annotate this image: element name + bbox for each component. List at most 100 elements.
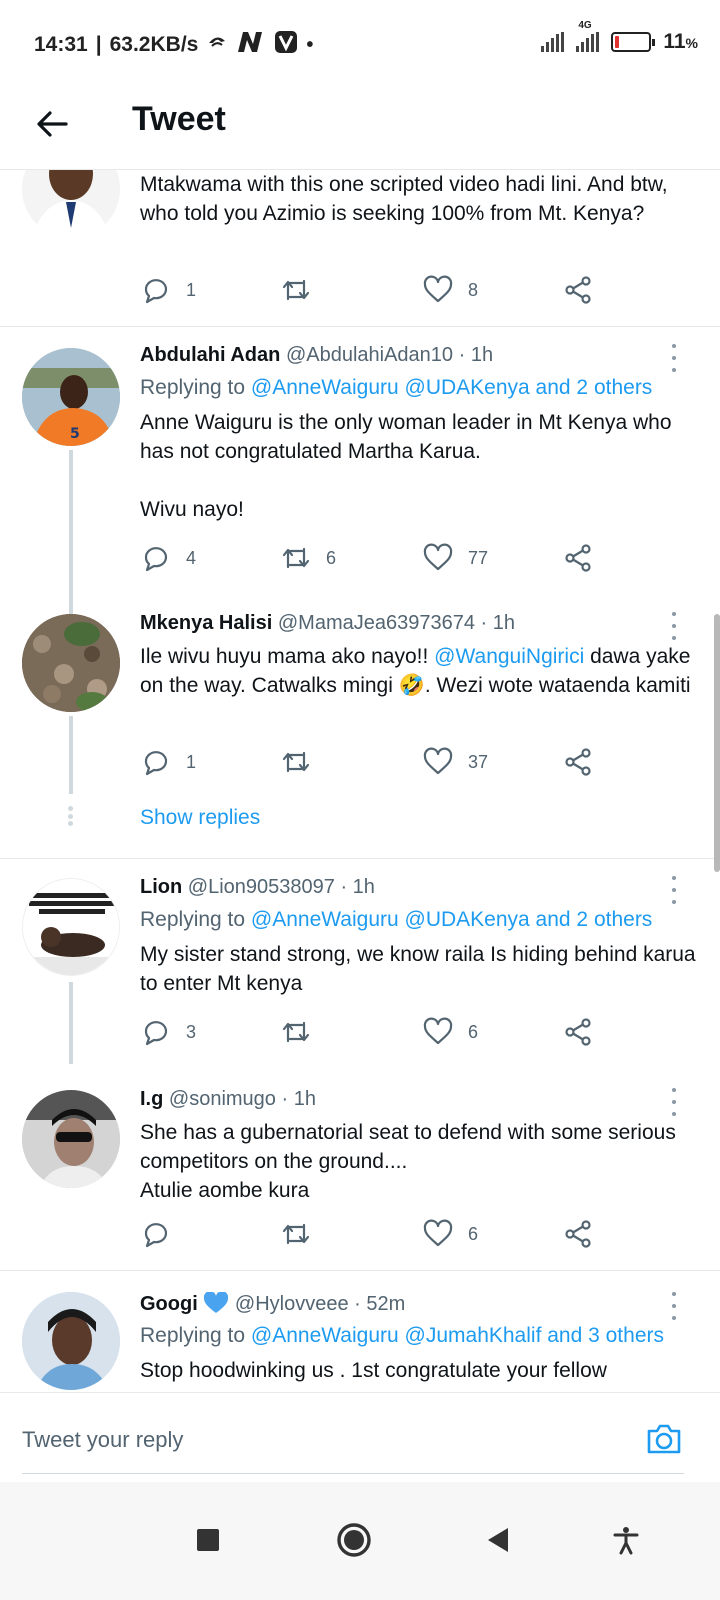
author-name[interactable]: Mkenya Halisi bbox=[140, 612, 272, 634]
tweet-time: · 1h bbox=[340, 876, 375, 898]
like-button[interactable]: 6 bbox=[422, 1012, 478, 1052]
more-options-button[interactable] bbox=[664, 1088, 684, 1116]
reply-icon bbox=[144, 279, 168, 304]
signal-4g-icon: 4G bbox=[576, 20, 600, 52]
more-options-button[interactable] bbox=[664, 344, 684, 372]
notification-app-icon bbox=[206, 31, 228, 59]
share-button[interactable] bbox=[562, 1012, 594, 1052]
thread-line bbox=[69, 982, 73, 1064]
more-options-button[interactable] bbox=[664, 612, 684, 640]
back-nav-button[interactable] bbox=[478, 1520, 518, 1560]
author-name[interactable]: Abdulahi Adan bbox=[140, 344, 280, 366]
battery-percent: 11% bbox=[663, 30, 698, 53]
tweet-header: Abdulahi Adan @AbdulahiAdan10 · 1h bbox=[140, 344, 493, 367]
retweet-button[interactable] bbox=[280, 270, 326, 310]
retweet-button[interactable] bbox=[280, 1214, 326, 1254]
more-options-button[interactable] bbox=[664, 1292, 684, 1320]
tweet-feed[interactable]: Mtakwama with this one scripted video ha… bbox=[0, 170, 720, 1420]
avatar[interactable] bbox=[22, 1090, 120, 1188]
tweet-header: Googi @Hylovveee · 52m bbox=[140, 1291, 405, 1316]
retweet-button[interactable] bbox=[280, 1012, 326, 1052]
more-options-button[interactable] bbox=[664, 876, 684, 904]
recents-button[interactable] bbox=[188, 1520, 228, 1560]
author-name[interactable]: Googi bbox=[140, 1293, 198, 1315]
share-button[interactable] bbox=[562, 1214, 594, 1254]
share-button[interactable] bbox=[562, 270, 594, 310]
reply-button[interactable]: 1 bbox=[140, 742, 196, 782]
replying-to: Replying to @AnneWaiguru @UDAKenya and 2… bbox=[140, 908, 652, 932]
reply-button[interactable]: 3 bbox=[140, 1012, 196, 1052]
avatar[interactable]: 5 bbox=[22, 348, 120, 446]
system-nav-bar bbox=[0, 1482, 720, 1600]
camera-button[interactable] bbox=[644, 1419, 684, 1459]
circle-icon bbox=[337, 1523, 371, 1557]
status-bar: 14:31 | 63.2KB/s • 4G 11% bbox=[0, 0, 720, 86]
avatar[interactable] bbox=[22, 1292, 120, 1390]
tweet-item[interactable]: I.g @sonimugo · 1h She has a gubernatori… bbox=[0, 1064, 720, 1270]
tweet-actions: 1 8 bbox=[140, 270, 620, 310]
home-button[interactable] bbox=[334, 1520, 374, 1560]
author-handle[interactable]: @AbdulahiAdan10 bbox=[286, 344, 453, 366]
reply-icon bbox=[144, 547, 168, 572]
show-replies-link[interactable]: Show replies bbox=[140, 806, 260, 830]
like-button[interactable]: 8 bbox=[422, 270, 478, 310]
scrollbar[interactable] bbox=[714, 614, 720, 872]
tweet-text: Anne Waiguru is the only woman leader in… bbox=[140, 411, 672, 521]
retweet-button[interactable]: 6 bbox=[280, 538, 336, 578]
share-button[interactable] bbox=[562, 742, 594, 782]
reply-button[interactable]: 1 bbox=[140, 270, 196, 310]
share-button[interactable] bbox=[562, 538, 594, 578]
dot-icon: • bbox=[306, 33, 314, 56]
tweet-item[interactable]: Lion @Lion90538097 · 1h Replying to @Ann… bbox=[0, 858, 720, 1064]
clock: 14:31 bbox=[34, 33, 88, 56]
retweet-icon bbox=[282, 547, 310, 569]
back-button[interactable] bbox=[30, 102, 74, 146]
author-name[interactable]: I.g bbox=[140, 1088, 163, 1110]
tweet-text: Mtakwama with this one scripted video ha… bbox=[140, 173, 668, 225]
like-button[interactable]: 77 bbox=[422, 538, 488, 578]
retweet-icon bbox=[282, 751, 310, 773]
replying-to: Replying to @AnneWaiguru @UDAKenya and 2… bbox=[140, 376, 652, 400]
network-speed: 63.2KB/s bbox=[109, 33, 199, 56]
tweet-header: Lion @Lion90538097 · 1h bbox=[140, 876, 375, 899]
avatar[interactable] bbox=[22, 170, 120, 238]
reply-icon bbox=[144, 1223, 168, 1248]
like-count: 77 bbox=[468, 547, 489, 568]
reply-count: 3 bbox=[186, 1021, 197, 1042]
battery-fill bbox=[615, 36, 620, 48]
reply-button[interactable]: 4 bbox=[140, 538, 196, 578]
tweet-header: Mkenya Halisi @MamaJea63973674 · 1h bbox=[140, 612, 515, 635]
tweet-header: I.g @sonimugo · 1h bbox=[140, 1088, 316, 1111]
reply-underline bbox=[22, 1473, 684, 1474]
tweet-item[interactable]: Mkenya Halisi @MamaJea63973674 · 1h Ile … bbox=[0, 596, 720, 858]
status-left: 14:31 | 63.2KB/s • bbox=[34, 30, 313, 60]
reply-input[interactable]: Tweet your reply bbox=[22, 1427, 183, 1453]
replying-to-mentions[interactable]: @AnneWaiguru @UDAKenya and 2 others bbox=[251, 376, 652, 399]
replying-to-mentions[interactable]: @AnneWaiguru @UDAKenya and 2 others bbox=[251, 908, 652, 931]
triangle-back-icon bbox=[488, 1528, 508, 1552]
author-name[interactable]: Lion bbox=[140, 876, 182, 898]
reply-button[interactable] bbox=[140, 1214, 186, 1254]
replying-to-mentions[interactable]: @AnneWaiguru @JumahKhalif and 3 others bbox=[251, 1324, 664, 1347]
retweet-icon bbox=[282, 1223, 310, 1245]
like-button[interactable]: 6 bbox=[422, 1214, 478, 1254]
page-title: Tweet bbox=[132, 100, 226, 138]
tweet-text: Ile wivu huyu mama ako nayo!! @WanguiNgi… bbox=[140, 645, 691, 697]
author-handle[interactable]: @Hylovveee bbox=[235, 1293, 349, 1315]
tweet-item[interactable]: Mtakwama with this one scripted video ha… bbox=[0, 170, 720, 326]
back-arrow-icon bbox=[37, 111, 68, 137]
like-button[interactable]: 37 bbox=[422, 742, 488, 782]
author-handle[interactable]: @sonimugo bbox=[169, 1088, 276, 1110]
tweet-actions: 1 37 bbox=[140, 742, 620, 782]
mention-link[interactable]: @WanguiNgirici bbox=[434, 645, 584, 668]
share-icon bbox=[565, 748, 591, 776]
avatar[interactable] bbox=[22, 614, 120, 712]
accessibility-button[interactable] bbox=[606, 1520, 646, 1560]
heart-icon bbox=[423, 275, 453, 303]
retweet-button[interactable] bbox=[280, 742, 326, 782]
author-handle[interactable]: @Lion90538097 bbox=[188, 876, 335, 898]
avatar[interactable] bbox=[22, 878, 120, 976]
tweet-time: · 1h bbox=[281, 1088, 316, 1110]
tweet-item[interactable]: 5 Abdulahi Adan @AbdulahiAdan10 · 1h Rep… bbox=[0, 326, 720, 596]
author-handle[interactable]: @MamaJea63973674 bbox=[278, 612, 475, 634]
